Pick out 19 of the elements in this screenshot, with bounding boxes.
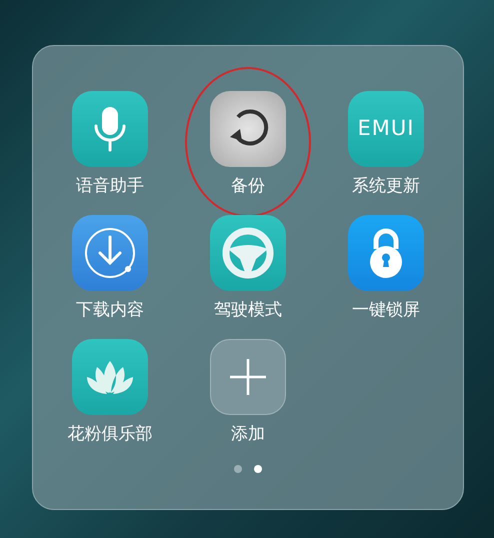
logo-text: EMUI [358,115,414,142]
app-label: 驾驶模式 [214,299,282,321]
steering-wheel-icon [220,225,276,281]
app-icon[interactable]: EMUI [348,91,424,167]
app-icon[interactable] [348,215,424,291]
plus-icon [230,359,266,395]
app-label: 花粉俱乐部 [68,423,152,445]
app-label: 一键锁屏 [352,299,420,321]
app-icon[interactable] [72,91,148,167]
app-icon[interactable] [72,215,148,291]
app-label: 备份 [231,175,265,197]
app-label: 系统更新 [352,175,420,197]
app-label: 下载内容 [76,299,144,321]
microphone-icon [93,106,127,152]
download-icon [82,225,138,281]
app-label: 添加 [231,423,265,445]
app-icon[interactable] [210,339,286,415]
app-label: 语音助手 [76,175,144,197]
app-icon[interactable] [210,91,286,167]
